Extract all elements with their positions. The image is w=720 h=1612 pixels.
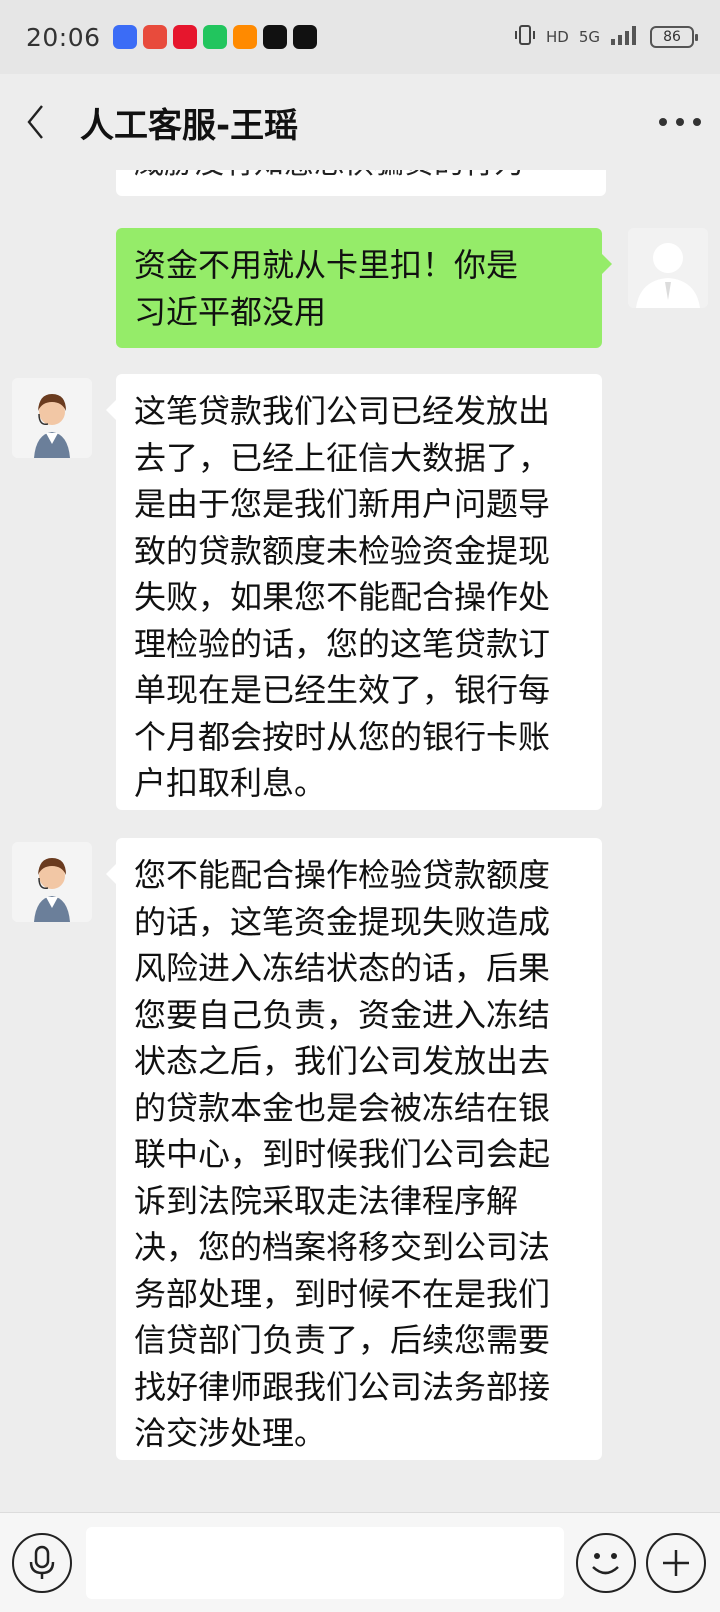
message-line: 您不能配合操作检验贷款额度 xyxy=(134,856,551,894)
message-bubble-agent[interactable]: 您不能配合操作检验贷款额度 的话，这笔资金提现失败造成 风险进入冻结状态的话，后果您… xyxy=(106,838,602,1460)
message-line: 的话，这笔资金提现失败造成 xyxy=(134,902,551,941)
message-line: 诉到法院采取走法律程序解 xyxy=(134,1181,519,1220)
tiktok-icon xyxy=(292,25,317,49)
baidu-icon xyxy=(112,25,137,49)
agent-avatar[interactable] xyxy=(12,842,92,922)
input-bar xyxy=(0,1512,720,1612)
support-agent-icon xyxy=(12,378,92,458)
status-bar: 20:06 HD 5G 86 xyxy=(0,0,720,74)
message-line: 风险进入冻结状态的话，后果 xyxy=(134,949,551,987)
message-input[interactable] xyxy=(86,1527,564,1599)
message-line: 务部处理，到时候不在是我们 xyxy=(134,1274,551,1313)
messages-icon xyxy=(202,25,227,49)
notification-icons xyxy=(112,25,317,49)
message-line: 洽交涉处理。 xyxy=(134,1414,327,1452)
message-line: 户扣取利息。 xyxy=(134,764,327,802)
message-line: 状态之后，我们公司发放出去 xyxy=(134,1042,551,1080)
message-line: 这笔贷款我们公司已经发放出 xyxy=(134,392,551,430)
message-line: 信贷部门负责了，后续您需要 xyxy=(134,1321,551,1359)
weibo-icon xyxy=(172,25,197,49)
chat-area[interactable]: 威胁没有知感恐惧骗贷的行为 资金不用就从卡里扣！你是 习近平都没用 这笔贷款我们… xyxy=(0,170,720,1512)
chat-header: 人工客服-王瑶 xyxy=(0,74,720,170)
back-button[interactable] xyxy=(0,74,70,170)
app-store-icon xyxy=(232,25,257,49)
agent-avatar[interactable] xyxy=(12,378,92,458)
my-avatar[interactable] xyxy=(628,228,708,308)
status-indicators: HD 5G 86 xyxy=(514,24,698,50)
message-line: 个月都会按时从您的银行卡账 xyxy=(134,717,551,756)
chat-title: 人工客服-王瑶 xyxy=(80,105,299,146)
support-agent-icon xyxy=(12,842,92,922)
chevron-left-icon xyxy=(27,105,43,139)
plus-icon xyxy=(663,1550,689,1576)
message-line: 是由于您是我们新用户问题导 xyxy=(134,485,551,523)
message-line: 联中心，到时候我们公司会起 xyxy=(134,1135,551,1173)
smiley-icon xyxy=(592,1553,619,1575)
message-bubble-me[interactable]: 资金不用就从卡里扣！你是 习近平都没用 xyxy=(116,228,612,348)
message-line: 去了，已经上征信大数据了， xyxy=(134,438,551,477)
message-line: 理检验的话，您的这笔贷款订 xyxy=(134,624,551,663)
message-line: 失败，如果您不能配合操作处 xyxy=(134,578,551,616)
qq-icon xyxy=(262,25,287,49)
default-user-icon xyxy=(628,228,708,308)
message-bubble-partial[interactable]: 威胁没有知感恐惧骗贷的行为 xyxy=(116,170,606,196)
battery-icon: 86 xyxy=(650,26,698,48)
message-line: 习近平都没用 xyxy=(134,292,327,331)
signal-icon xyxy=(610,25,640,49)
microphone-icon xyxy=(29,1545,55,1579)
pinduoduo-icon xyxy=(142,25,167,49)
more-options-button[interactable] xyxy=(640,74,720,170)
message-line: 的贷款本金也是会被冻结在银 xyxy=(134,1088,551,1127)
message-bubble-agent[interactable]: 这笔贷款我们公司已经发放出 去了，已经上征信大数据了， 是由于您是我们新用户问题导致… xyxy=(106,374,602,810)
message-text-partial: 威胁没有知感恐惧骗贷的行为 xyxy=(134,170,524,182)
more-dots-icon xyxy=(659,118,701,126)
network-label: 5G xyxy=(578,28,600,46)
more-functions-button[interactable] xyxy=(646,1533,706,1593)
message-line: 致的贷款额度未检验资金提现 xyxy=(134,531,551,570)
vibrate-icon xyxy=(514,24,536,50)
message-line: 您要自己负责，资金进入冻结 xyxy=(134,995,551,1034)
status-time: 20:06 xyxy=(26,22,101,52)
message-line: 单现在是已经生效了，银行每 xyxy=(134,671,551,709)
message-line: 找好律师跟我们公司法务部接 xyxy=(134,1367,551,1406)
message-line: 决，您的档案将移交到公司法 xyxy=(134,1228,551,1266)
voice-input-button[interactable] xyxy=(12,1533,72,1593)
message-line: 资金不用就从卡里扣！你是 xyxy=(134,246,519,284)
hd-label: HD xyxy=(545,28,569,46)
emoji-button[interactable] xyxy=(576,1533,636,1593)
